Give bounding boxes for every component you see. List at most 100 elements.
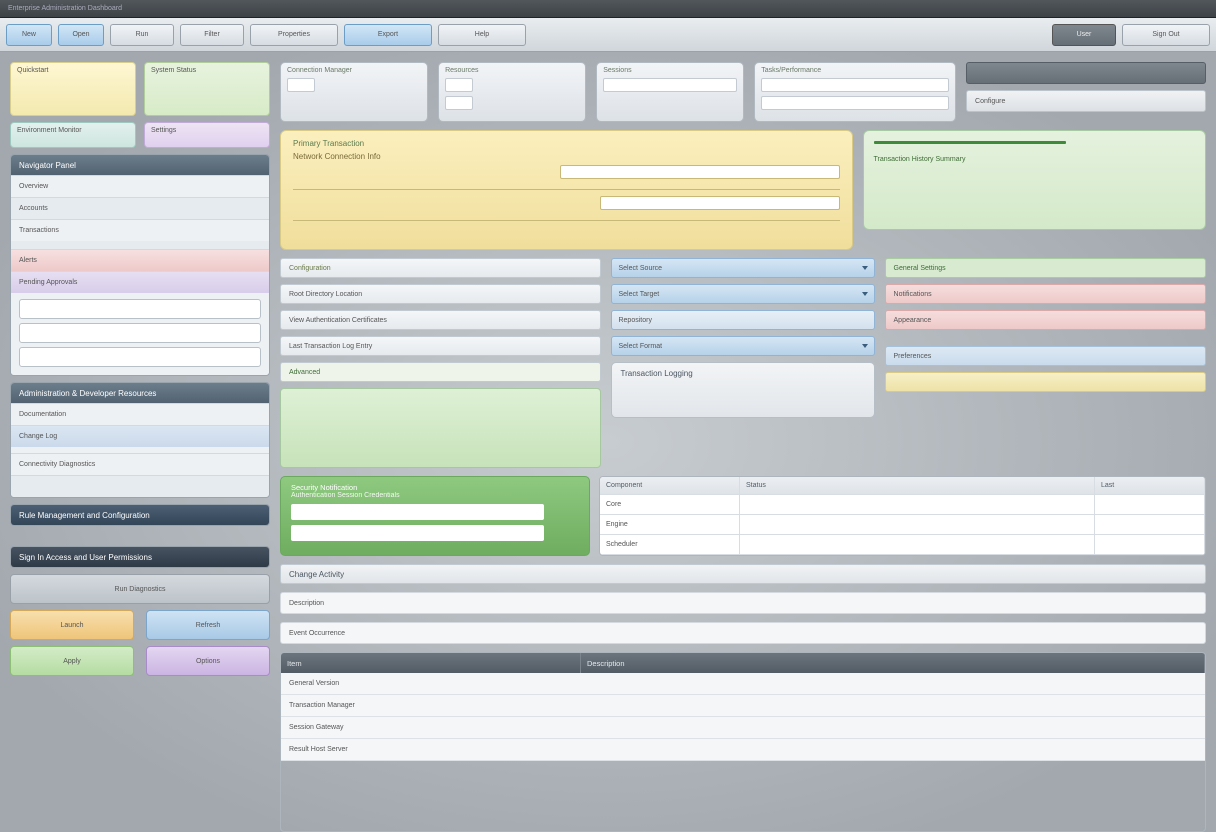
strip-preferences[interactable]: Preferences: [885, 346, 1206, 366]
sidebar-monitor-box[interactable]: Environment Monitor: [10, 122, 136, 148]
sidebar-item-alerts[interactable]: Alerts: [11, 249, 269, 271]
table-row[interactable]: Scheduler: [600, 535, 1205, 555]
sidebar-apply-button[interactable]: Apply: [10, 646, 134, 676]
activity-description: Description: [280, 592, 1206, 614]
sidebar-admin-header: Administration & Developer Resources: [11, 383, 269, 403]
toolbar-run-button[interactable]: Run: [110, 24, 174, 46]
config-header: Configuration: [280, 258, 601, 278]
sidebar-search-input[interactable]: [19, 323, 261, 343]
dropdown-format-label: Select Format: [618, 343, 662, 350]
sidebar-refresh-button[interactable]: Refresh: [146, 610, 270, 640]
sidebar-status-title: System Status: [151, 67, 196, 74]
sidebar-rule-panel[interactable]: Rule Management and Configuration: [10, 504, 270, 526]
card-resources-field2[interactable]: [445, 96, 473, 110]
strip-extra[interactable]: [885, 372, 1206, 392]
activity-occurrence: Event Occurrence: [280, 622, 1206, 644]
card-sessions[interactable]: Sessions: [596, 62, 744, 122]
card-connection-field[interactable]: [287, 78, 315, 92]
table-row[interactable]: Core: [600, 495, 1205, 515]
strip-notifications[interactable]: Notifications: [885, 284, 1206, 304]
right-slot: Configure: [966, 62, 1206, 122]
toolbar-new-button[interactable]: New: [6, 24, 52, 46]
sidebar-settings-box[interactable]: Settings: [144, 122, 270, 148]
sidebar-rule-header: Rule Management and Configuration: [11, 505, 269, 525]
card-resources-field[interactable]: [445, 78, 473, 92]
logging-card: Transaction Logging: [611, 362, 874, 418]
right-status-bar: [966, 62, 1206, 84]
detail-table-header: Item Description: [281, 653, 1205, 673]
right-action-bar[interactable]: Configure: [966, 90, 1206, 112]
sidebar-diagnostics-button[interactable]: Run Diagnostics: [10, 574, 270, 604]
dropdown-format[interactable]: Select Format: [611, 336, 874, 356]
sidebar-item-accounts[interactable]: Accounts: [11, 197, 269, 219]
toolbar-help-button[interactable]: Help: [438, 24, 526, 46]
sidebar-item-changelog[interactable]: Change Log: [11, 425, 269, 447]
toolbar-signout-button[interactable]: Sign Out: [1122, 24, 1210, 46]
main-toolbar: New Open Run Filter Properties Export He…: [0, 18, 1216, 52]
toolbar-export-button[interactable]: Export: [344, 24, 432, 46]
card-tasks-field[interactable]: [761, 78, 949, 92]
detail-row[interactable]: Session Gateway: [281, 717, 1205, 739]
history-summary-title: Transaction History Summary: [874, 156, 1195, 163]
card-tasks-field2[interactable]: [761, 96, 949, 110]
card-connection-title: Connection Manager: [287, 67, 421, 74]
sidebar-access-panel[interactable]: Sign In Access and User Permissions: [10, 546, 270, 568]
component-table: Component Status Last Core Engine Schedu…: [599, 476, 1206, 556]
sidebar-item-transactions[interactable]: Transactions: [11, 219, 269, 241]
sidebar-extra-input[interactable]: [19, 347, 261, 367]
dropdown-target[interactable]: Select Target: [611, 284, 874, 304]
dropdown-repository[interactable]: Repository: [611, 310, 874, 330]
sidebar-filter-input[interactable]: [19, 299, 261, 319]
primary-select2[interactable]: [600, 196, 840, 210]
detail-row[interactable]: Result Host Server: [281, 739, 1205, 761]
sidebar-quickstart-box[interactable]: Quickstart: [10, 62, 136, 116]
sidebar-item-connectivity[interactable]: Connectivity Diagnostics: [11, 453, 269, 475]
th-component: Component: [600, 477, 740, 494]
sidebar-options-button[interactable]: Options: [146, 646, 270, 676]
dropdown-source[interactable]: Select Source: [611, 258, 874, 278]
security-promo-subtitle: Authentication Session Credentials: [291, 492, 579, 499]
td: Scheduler: [600, 535, 740, 554]
section-activity[interactable]: Change Activity: [280, 564, 1206, 584]
config-preview: [280, 388, 601, 468]
card-sessions-field[interactable]: [603, 78, 737, 92]
security-field1[interactable]: [291, 504, 544, 520]
sidebar-quickstart-title: Quickstart: [17, 67, 49, 74]
sidebar-item-docs[interactable]: Documentation: [11, 403, 269, 425]
sidebar-settings-title: Settings: [151, 127, 176, 134]
card-tasks[interactable]: Tasks/Performance: [754, 62, 956, 122]
primary-select1[interactable]: [560, 165, 840, 179]
config-advanced[interactable]: Advanced: [280, 362, 601, 382]
sidebar-item-overview[interactable]: Overview: [11, 175, 269, 197]
chevron-down-icon: [862, 344, 868, 348]
th-last: Last: [1095, 477, 1205, 494]
card-connection[interactable]: Connection Manager: [280, 62, 428, 122]
history-progress-bar: [874, 141, 1067, 144]
card-resources[interactable]: Resources: [438, 62, 586, 122]
toolbar-properties-button[interactable]: Properties: [250, 24, 338, 46]
sidebar-navigator-header: Navigator Panel: [11, 155, 269, 175]
sidebar-launch-button[interactable]: Launch: [10, 610, 134, 640]
config-certs[interactable]: View Authentication Certificates: [280, 310, 601, 330]
card-tasks-title: Tasks/Performance: [761, 67, 949, 74]
toolbar-open-button[interactable]: Open: [58, 24, 104, 46]
toolbar-user-chip[interactable]: User: [1052, 24, 1116, 46]
sidebar-admin-panel: Administration & Developer Resources Doc…: [10, 382, 270, 498]
detail-row[interactable]: Transaction Manager: [281, 695, 1205, 717]
sidebar-item-blank[interactable]: [11, 475, 269, 497]
config-root[interactable]: Root Directory Location: [280, 284, 601, 304]
detail-row[interactable]: General Version: [281, 673, 1205, 695]
security-field2[interactable]: [291, 525, 544, 541]
sidebar-item-pending[interactable]: Pending Approvals: [11, 271, 269, 293]
td: Engine: [600, 515, 740, 534]
table-row[interactable]: Engine: [600, 515, 1205, 535]
strip-appearance[interactable]: Appearance: [885, 310, 1206, 330]
primary-transaction-subtitle: Network Connection Info: [293, 152, 840, 161]
settings-header: General Settings: [885, 258, 1206, 278]
window-titlebar: Enterprise Administration Dashboard: [0, 0, 1216, 18]
config-log[interactable]: Last Transaction Log Entry: [280, 336, 601, 356]
sidebar-monitor-title: Environment Monitor: [17, 127, 82, 134]
main-content: Connection Manager Resources Sessions Ta…: [280, 62, 1206, 832]
toolbar-filter-button[interactable]: Filter: [180, 24, 244, 46]
sidebar-status-box[interactable]: System Status: [144, 62, 270, 116]
